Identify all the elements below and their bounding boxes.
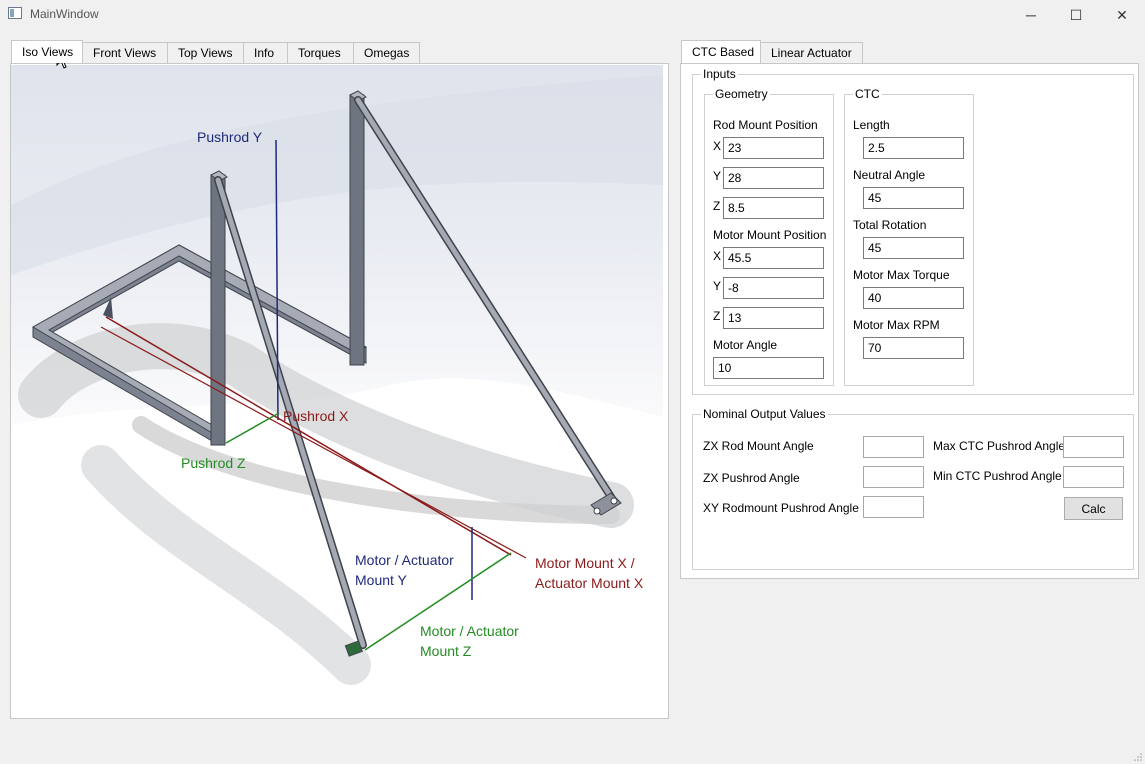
- tab-top-views[interactable]: Top Views: [167, 42, 244, 63]
- window-title: MainWindow: [30, 7, 99, 21]
- tab-linear-actuator[interactable]: Linear Actuator: [760, 42, 863, 63]
- calc-button[interactable]: Calc: [1064, 497, 1123, 520]
- zx-pushrod-angle-output[interactable]: [863, 466, 924, 488]
- label-pushrod-y: Pushrod Y: [197, 129, 263, 145]
- label-motor-y-2: Mount Y: [355, 572, 408, 588]
- minimize-button[interactable]: ─: [1008, 0, 1054, 30]
- total-rotation-label: Total Rotation: [853, 218, 927, 232]
- neutral-angle-input[interactable]: [863, 187, 964, 209]
- motor-mount-x-input[interactable]: [723, 247, 824, 269]
- rod-y-label: Y: [713, 169, 722, 183]
- rear-post: [349, 94, 365, 366]
- label-pushrod-z: Pushrod Z: [181, 455, 246, 471]
- length-input[interactable]: [863, 137, 964, 159]
- tab-ctc-based[interactable]: CTC Based: [681, 40, 761, 63]
- resize-grip-icon[interactable]: [1134, 753, 1142, 761]
- ctc-group: CTC Length Neutral Angle Total Rotation …: [844, 87, 974, 386]
- maximize-button[interactable]: ☐: [1053, 0, 1099, 30]
- motor-max-rpm-input[interactable]: [863, 337, 964, 359]
- tab-iso-views[interactable]: Iso Views: [11, 40, 83, 63]
- motor-mount-y-input[interactable]: [723, 277, 824, 299]
- label-motor-x-2: Actuator Mount X: [535, 575, 644, 591]
- title-bar: MainWindow ─ ☐ ✕: [0, 0, 1145, 30]
- geometry-group: Geometry Rod Mount Position X Y Z Motor …: [704, 87, 834, 386]
- inputs-group: Inputs Geometry Rod Mount Position X Y Z…: [692, 67, 1134, 395]
- min-ctc-pushrod-angle-label: Min CTC Pushrod Angle: [933, 469, 1062, 483]
- app-icon: [8, 7, 22, 19]
- label-motor-y-1: Motor / Actuator: [355, 552, 454, 568]
- left-tab-bar: Iso Views Front Views Top Views Info Tor…: [11, 40, 420, 64]
- xy-rodmount-pushrod-angle-label: XY Rodmount Pushrod Angle: [703, 501, 859, 515]
- nominal-output-values-group: Nominal Output Values ZX Rod Mount Angle…: [692, 407, 1134, 570]
- label-pushrod-x: Pushrod X: [283, 408, 349, 424]
- rod-mount-x-input[interactable]: [723, 137, 824, 159]
- max-ctc-pushrod-angle-label: Max CTC Pushrod Angle: [933, 439, 1066, 453]
- xy-rodmount-pushrod-angle-output[interactable]: [863, 496, 924, 518]
- front-post: [210, 174, 226, 446]
- label-motor-z-1: Motor / Actuator: [420, 623, 519, 639]
- motor-z-label: Z: [713, 309, 721, 323]
- close-button[interactable]: ✕: [1099, 0, 1145, 30]
- motor-x-label: X: [713, 249, 722, 263]
- zx-rod-mount-angle-output[interactable]: [863, 436, 924, 458]
- iso-view-image: Pushrod Y Pushrod X Pushrod Z Motor / Ac…: [11, 65, 663, 715]
- ctc-based-pane: Inputs Geometry Rod Mount Position X Y Z…: [680, 63, 1139, 579]
- motor-mount-z-input[interactable]: [723, 307, 824, 329]
- total-rotation-input[interactable]: [863, 237, 964, 259]
- label-motor-z-2: Mount Z: [420, 643, 472, 659]
- motor-y-label: Y: [713, 279, 722, 293]
- motor-max-rpm-label: Motor Max RPM: [853, 318, 940, 332]
- motor-mount-position-label: Motor Mount Position: [713, 228, 827, 242]
- iso-diagram: Pushrod Y Pushrod X Pushrod Z Motor / Ac…: [11, 65, 663, 715]
- rod-mount-position-label: Rod Mount Position: [713, 118, 818, 132]
- rod-mount-y-input[interactable]: [723, 167, 824, 189]
- motor-angle-input[interactable]: [713, 357, 824, 379]
- tab-front-views[interactable]: Front Views: [82, 42, 168, 63]
- tab-torques[interactable]: Torques: [287, 42, 354, 63]
- right-tab-bar: CTC Based Linear Actuator: [681, 40, 863, 64]
- zx-pushrod-angle-label: ZX Pushrod Angle: [703, 471, 800, 485]
- rod-z-label: Z: [713, 199, 721, 213]
- tab-info[interactable]: Info: [243, 42, 288, 63]
- tab-omegas[interactable]: Omegas: [353, 42, 420, 63]
- motor-max-torque-label: Motor Max Torque: [853, 268, 950, 282]
- min-ctc-pushrod-angle-output[interactable]: [1063, 466, 1124, 488]
- inputs-group-title: Inputs: [701, 67, 738, 81]
- minimize-icon: ─: [1026, 7, 1036, 23]
- neutral-angle-label: Neutral Angle: [853, 168, 926, 182]
- motor-angle-label: Motor Angle: [713, 338, 778, 352]
- rod-mount-z-input[interactable]: [723, 197, 824, 219]
- geometry-group-title: Geometry: [713, 87, 770, 101]
- rod-x-label: X: [713, 139, 722, 153]
- max-ctc-pushrod-angle-output[interactable]: [1063, 436, 1124, 458]
- close-icon: ✕: [1116, 6, 1128, 23]
- maximize-icon: ☐: [1069, 6, 1083, 23]
- ctc-group-title: CTC: [853, 87, 882, 101]
- label-motor-x-1: Motor Mount X /: [535, 555, 635, 571]
- length-label: Length: [853, 118, 890, 132]
- motor-max-torque-input[interactable]: [863, 287, 964, 309]
- outputs-group-title: Nominal Output Values: [701, 407, 828, 421]
- zx-rod-mount-angle-label: ZX Rod Mount Angle: [703, 439, 814, 453]
